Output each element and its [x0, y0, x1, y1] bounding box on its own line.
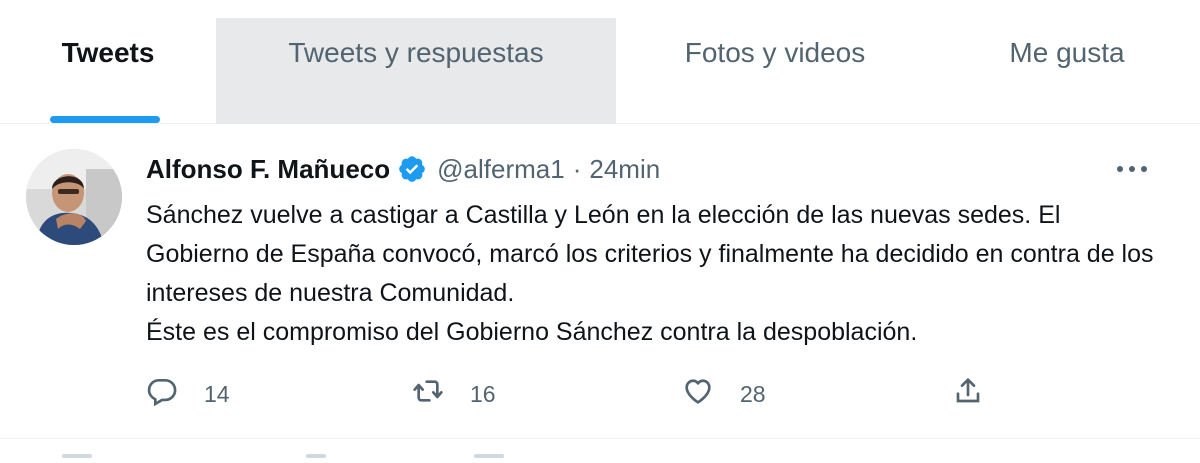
next-tweet-fragment — [62, 454, 92, 458]
reply-count: 14 — [204, 380, 230, 407]
share-icon — [952, 375, 984, 413]
tab-tweets[interactable]: Tweets — [0, 18, 216, 124]
like-count: 28 — [740, 380, 766, 407]
more-options-icon[interactable] — [1112, 154, 1152, 184]
tab-photos-and-videos-label: Fotos y videos — [684, 37, 866, 68]
tweet-header: Alfonso F. Mañueco @alferma1 · 24min — [146, 152, 660, 186]
share-button[interactable] — [952, 374, 984, 414]
retweet-icon — [412, 375, 444, 413]
avatar[interactable] — [26, 149, 122, 245]
tab-tweets-and-replies-label: Tweets y respuestas — [288, 37, 544, 68]
tweet-actions: 14 16 28 — [146, 374, 1006, 414]
tab-photos-and-videos[interactable]: Fotos y videos — [616, 18, 934, 124]
tab-tweets-label: Tweets — [61, 37, 155, 68]
author-handle[interactable]: @alferma1 — [437, 154, 565, 185]
tweet[interactable]: Alfonso F. Mañueco @alferma1 · 24min Sán… — [0, 124, 1200, 439]
profile-tabs: Tweets Tweets y respuestas Fotos y video… — [0, 0, 1200, 124]
next-tweet-fragment — [474, 454, 504, 458]
retweet-count: 16 — [470, 380, 496, 407]
active-tab-indicator — [50, 116, 160, 123]
tab-likes-label: Me gusta — [1009, 37, 1125, 68]
author-name[interactable]: Alfonso F. Mañueco — [146, 154, 390, 185]
tweet-text: Sánchez vuelve a castigar a Castilla y L… — [146, 201, 1154, 346]
tab-likes[interactable]: Me gusta — [934, 18, 1200, 124]
avatar-photo — [26, 149, 122, 245]
next-tweet-fragment — [306, 454, 326, 458]
tweet-timestamp[interactable]: 24min — [589, 154, 660, 185]
profile-timeline: Tweets Tweets y respuestas Fotos y video… — [0, 0, 1200, 463]
retweet-button[interactable]: 16 — [412, 374, 496, 414]
like-button[interactable]: 28 — [682, 374, 766, 414]
next-tweet-partial — [0, 440, 1200, 463]
separator-dot: · — [572, 153, 582, 184]
tab-tweets-and-replies[interactable]: Tweets y respuestas — [216, 18, 616, 124]
verified-badge-icon — [397, 154, 427, 184]
reply-icon — [146, 375, 178, 413]
reply-button[interactable]: 14 — [146, 374, 230, 414]
heart-icon — [682, 375, 714, 413]
